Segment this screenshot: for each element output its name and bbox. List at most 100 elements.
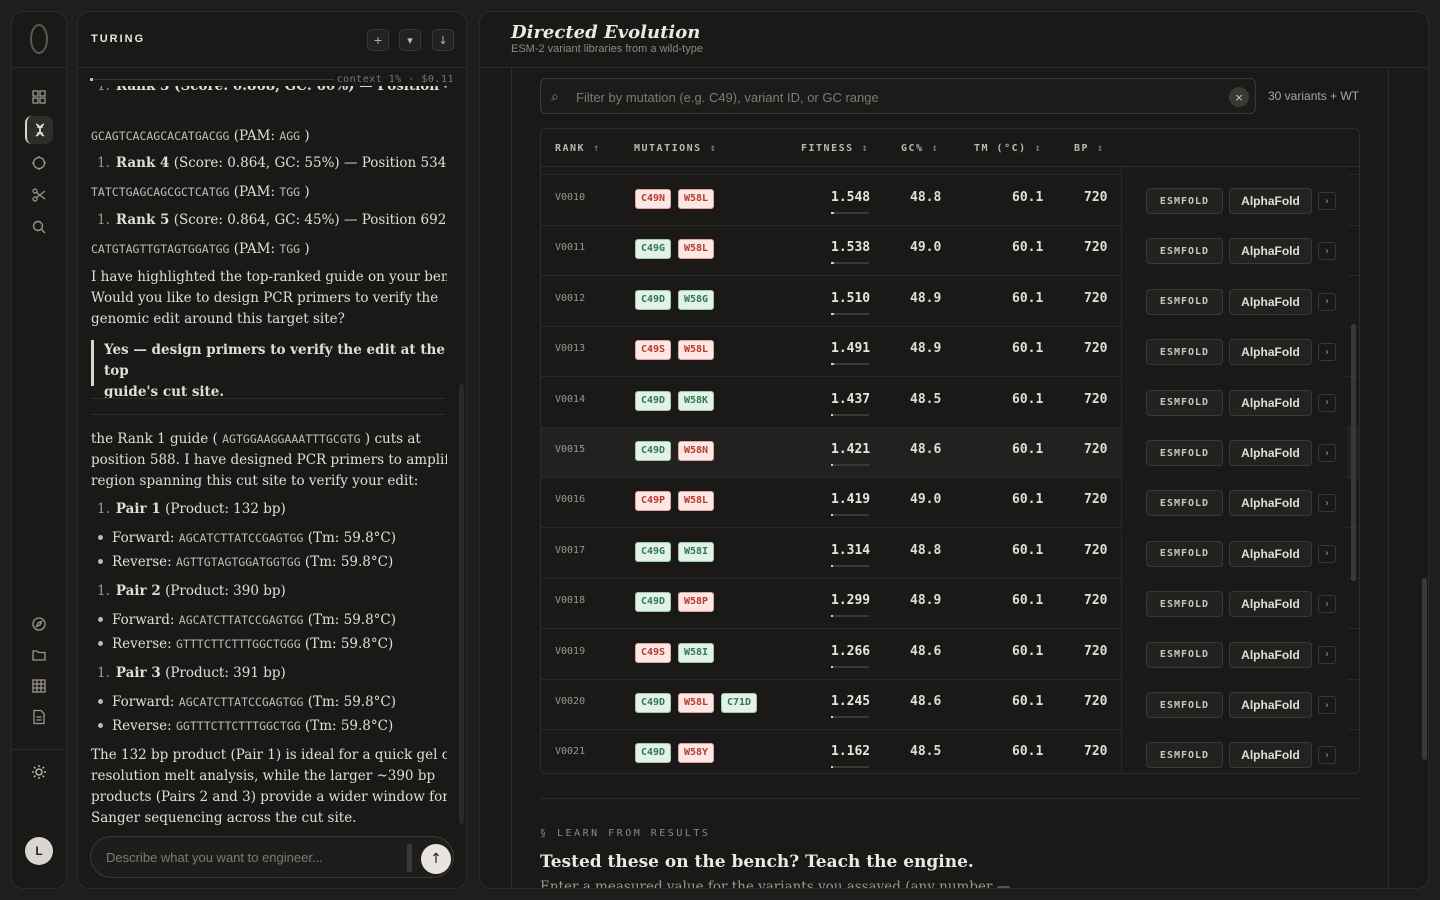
- column-bp[interactable]: BP ↕: [1074, 143, 1105, 154]
- alphafold-button[interactable]: AlphaFold: [1229, 742, 1312, 769]
- sun-icon[interactable]: [25, 758, 53, 786]
- alphafold-button[interactable]: AlphaFold: [1229, 238, 1312, 265]
- table-scrollbar[interactable]: [1351, 324, 1356, 581]
- table-row[interactable]: V0017 C49G W58I 1.314 48.8 60.1 720 ESMFOLD Alph…: [541, 528, 1359, 579]
- composer-input[interactable]: Describe what you want to engineer...: [106, 850, 323, 865]
- fitness-bar-fill: [831, 464, 833, 466]
- document-icon[interactable]: [25, 703, 53, 731]
- variant-id: V0011: [555, 242, 586, 254]
- chevron-right-icon[interactable]: ›: [1318, 292, 1336, 311]
- send-button[interactable]: ↑: [421, 844, 451, 874]
- chevron-right-icon[interactable]: ›: [1318, 494, 1336, 513]
- pair-label: Pair 1: [115, 501, 161, 517]
- chat-composer[interactable]: Describe what you want to engineer... ↑: [90, 836, 454, 878]
- clear-filter-button[interactable]: ×: [1229, 87, 1249, 107]
- table-row[interactable]: V0020 C49D W58L C71D 1.245 48.6 60.1 720 ESMFOLD…: [541, 680, 1359, 730]
- esmfold-button[interactable]: ESMFOLD: [1146, 591, 1223, 618]
- esmfold-button[interactable]: ESMFOLD: [1146, 440, 1223, 466]
- chevron-right-icon[interactable]: ›: [1318, 242, 1336, 261]
- column-tm[interactable]: TM (°C) ↕: [974, 143, 1042, 154]
- chat-menu-button[interactable]: ▾: [399, 29, 421, 51]
- main-scrollbar[interactable]: [1422, 578, 1427, 760]
- chevron-right-icon[interactable]: ›: [1318, 544, 1336, 563]
- row-actions: ESMFOLDAlphaFold ›: [1121, 176, 1347, 226]
- table-icon[interactable]: [25, 672, 53, 700]
- alphafold-button[interactable]: AlphaFold: [1229, 440, 1312, 466]
- alphafold-button[interactable]: AlphaFold: [1229, 389, 1312, 416]
- chat-scrollbar[interactable]: [459, 384, 464, 824]
- gc-value: 48.5: [910, 744, 942, 760]
- chevron-right-icon[interactable]: ›: [1318, 192, 1336, 210]
- table-row[interactable]: V0016 C49P W58L 1.419 49.0 60.1 720 ESMFOLD Alph…: [541, 478, 1359, 529]
- alphafold-button[interactable]: AlphaFold: [1229, 288, 1312, 315]
- table-row[interactable]: V0018 C49D W58P 1.299 48.9 60.1 720 ESMFOLD Alph…: [541, 579, 1359, 630]
- pam-close: ): [304, 241, 310, 257]
- alphafold-button[interactable]: AlphaFold: [1229, 692, 1312, 718]
- esmfold-button[interactable]: ESMFOLD: [1146, 490, 1223, 517]
- chevron-right-icon[interactable]: ›: [1318, 393, 1336, 412]
- table-row[interactable]: V0011 C49G W58L 1.538 49.0 60.1 720 ESMFOLD Alph…: [541, 226, 1359, 277]
- target-icon[interactable]: [25, 149, 53, 177]
- chevron-right-icon[interactable]: ›: [1318, 343, 1336, 362]
- column-fitness[interactable]: FITNESS ↕: [801, 143, 869, 154]
- mutation-tag: C49G: [635, 541, 672, 562]
- tm-value: 60.1: [1012, 240, 1044, 256]
- table-row[interactable]: V0019 C49S W58I 1.266 48.6 60.1 720 ESMFOLD Alph…: [541, 629, 1359, 680]
- esmfold-button[interactable]: ESMFOLD: [1146, 389, 1223, 416]
- esmfold-button[interactable]: ESMFOLD: [1146, 339, 1223, 366]
- grid-icon[interactable]: [25, 83, 53, 111]
- esmfold-button[interactable]: ESMFOLD: [1146, 540, 1223, 567]
- row-actions: ESMFOLDAlphaFold ›: [1121, 579, 1347, 630]
- pam-label: (PAM:: [233, 128, 276, 144]
- table-row[interactable]: V0012 C49D W58G 1.510 48.9 60.1 720 ESMFOLD Alph…: [541, 276, 1359, 327]
- chevron-right-icon[interactable]: ›: [1318, 746, 1336, 765]
- alphafold-button[interactable]: AlphaFold: [1229, 591, 1312, 618]
- esmfold-button[interactable]: ESMFOLD: [1146, 641, 1223, 668]
- primer-tm: (Tm: 59.8°C): [307, 612, 397, 628]
- avatar[interactable]: L: [25, 837, 53, 865]
- alphafold-button[interactable]: AlphaFold: [1229, 490, 1312, 517]
- message-text: ) cuts at: [364, 431, 421, 447]
- chevron-right-icon[interactable]: ›: [1318, 696, 1336, 714]
- column-gc[interactable]: GC% ↕: [901, 143, 939, 154]
- compass-icon[interactable]: [25, 610, 53, 638]
- table-row[interactable]: V0010 C49N W58L 1.548 48.8 60.1 720 ESMFOLD Alph…: [541, 176, 1359, 226]
- mutation-tag: C49D: [635, 743, 672, 764]
- chat-messages: 1. Rank 3 (Score: 0.868, GC: 60%) — Posit…: [91, 86, 447, 828]
- esmfold-button[interactable]: ESMFOLD: [1146, 692, 1223, 718]
- fitness-bar-fill: [831, 262, 834, 265]
- esmfold-button[interactable]: ESMFOLD: [1146, 288, 1223, 315]
- learn-eyebrow: § LEARN FROM RESULTS: [540, 828, 711, 839]
- dna-icon[interactable]: [25, 116, 53, 144]
- chevron-right-icon[interactable]: ›: [1318, 595, 1336, 614]
- chat-panel: TURING + ▾ ↓ context 1% · $0.11 1. Rank 3…: [77, 11, 467, 889]
- tm-value: 60.1: [1012, 643, 1044, 659]
- search-icon[interactable]: [25, 213, 53, 241]
- alphafold-button[interactable]: AlphaFold: [1229, 540, 1312, 567]
- tm-value: 60.1: [1012, 542, 1044, 558]
- esmfold-button[interactable]: ESMFOLD: [1146, 238, 1223, 265]
- chevron-right-icon[interactable]: ›: [1318, 645, 1336, 664]
- alphafold-button[interactable]: AlphaFold: [1229, 188, 1312, 214]
- alphafold-button[interactable]: AlphaFold: [1229, 339, 1312, 366]
- alphafold-button[interactable]: AlphaFold: [1229, 641, 1312, 668]
- new-chat-button[interactable]: +: [367, 29, 389, 51]
- list-number: 1.: [97, 665, 110, 681]
- filter-input[interactable]: ⌕ Filter by mutation (e.g. C49), variant…: [540, 78, 1256, 114]
- pair-product: (Product: 132 bp): [165, 501, 286, 517]
- guide-sequence: TATCTGAGCAGCGCTCATGG: [91, 185, 230, 199]
- chevron-right-icon[interactable]: ›: [1318, 444, 1336, 462]
- table-row[interactable]: V0013 C49S W58L 1.491 48.9 60.1 720 ESMFOLD Alph…: [541, 327, 1359, 378]
- column-rank[interactable]: RANK ↑: [555, 143, 601, 154]
- tm-value: 60.1: [1012, 391, 1044, 407]
- table-row[interactable]: V0014 C49D W58K 1.437 48.5 60.1 720 ESMFOLD Alph…: [541, 377, 1359, 428]
- download-button[interactable]: ↓: [432, 29, 454, 51]
- table-row[interactable]: V0021 C49D W58Y 1.162 48.5 60.1 720 ESMFOLD Alph…: [541, 730, 1359, 773]
- scissors-icon[interactable]: [25, 181, 53, 209]
- fitness-value: 1.538: [831, 240, 871, 256]
- esmfold-button[interactable]: ESMFOLD: [1146, 188, 1223, 214]
- folder-icon[interactable]: [25, 641, 53, 669]
- esmfold-button[interactable]: ESMFOLD: [1146, 742, 1223, 769]
- column-mutations[interactable]: MUTATIONS ↕: [634, 143, 717, 154]
- table-row[interactable]: V0015 C49D W58N 1.421 48.6 60.1 720 ESMFOLD Alph…: [541, 428, 1359, 478]
